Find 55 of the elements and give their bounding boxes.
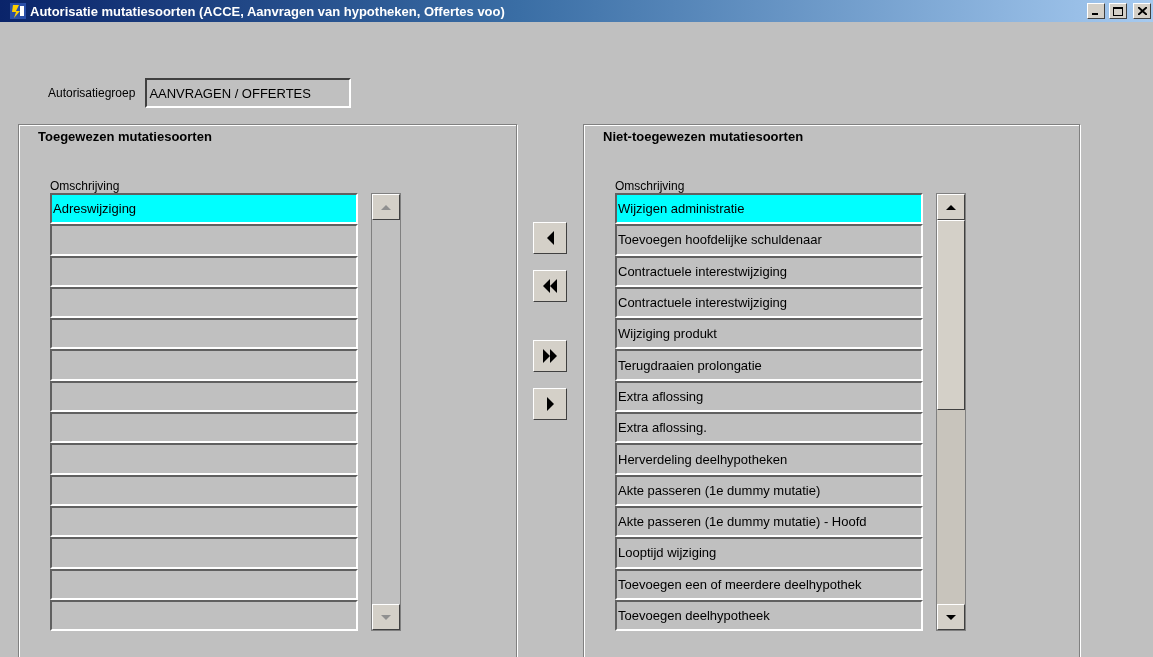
scroll-down-button[interactable] [937,604,965,630]
field-label: Autorisatiegroep [48,86,136,100]
list-record[interactable]: Akte passeren (1e dummy mutatie) [615,474,923,506]
list-record[interactable]: Extra aflossing. [615,412,923,444]
scroll-up-button[interactable] [937,194,965,220]
maximize-icon [1113,6,1123,16]
list-record[interactable]: Wijziging produkt [615,318,923,350]
column-header: Omschrijving [50,179,121,193]
list-record[interactable]: Contractuele interestwijziging [615,255,923,287]
panel-title: Toegewezen mutatiesoorten [38,129,213,144]
double-triangle-icon [543,349,557,363]
up-arrow-icon [381,203,391,211]
list-record[interactable]: Toevoegen een of meerdere deelhypothek [615,568,923,600]
empty-record[interactable] [50,224,358,256]
maximize-button[interactable] [1109,3,1127,19]
list-record[interactable]: Extra aflossing [615,380,923,413]
empty-record[interactable] [50,568,358,600]
column-header: Omschrijving [615,179,686,193]
scrollbar[interactable] [936,193,966,631]
empty-record[interactable] [50,318,358,350]
window-title: Autorisatie mutatiesoorten (ACCE, Aanvragen van hypotheken, Offertes voo) [30,3,506,19]
transfer-button[interactable] [533,270,567,302]
list-record[interactable]: Akte passeren (1e dummy mutatie) - Hoofd [615,505,923,538]
empty-record[interactable] [50,599,358,632]
down-arrow-icon [381,613,391,621]
empty-record[interactable] [50,255,358,287]
list-record[interactable]: Toevoegen hoofdelijke schuldenaar [615,224,923,256]
scroll-thumb[interactable] [937,220,965,410]
close-button[interactable] [1133,3,1151,19]
list-record[interactable]: Herverdeling deelhypotheken [615,443,923,475]
empty-record[interactable] [50,505,358,538]
list-record[interactable]: Adreswijziging [50,193,358,225]
up-arrow-icon [946,203,956,211]
group-field[interactable]: AANVRAGEN / OFFERTES [145,78,352,108]
double-triangle-icon [543,279,557,293]
transfer-button[interactable] [533,388,567,420]
transfer-button[interactable] [533,222,567,254]
empty-record[interactable] [50,537,358,569]
list-record[interactable]: Wijzigen administratie [615,193,923,225]
empty-record[interactable] [50,443,358,475]
list-record[interactable]: Looptijd wijziging [615,537,923,569]
empty-record[interactable] [50,286,358,319]
list-record[interactable]: Terugdraaien prolongatie [615,349,923,381]
panel-title: Niet-toegewezen mutatiesoorten [603,129,805,144]
empty-record[interactable] [50,349,358,381]
empty-record[interactable] [50,380,358,413]
empty-record[interactable] [50,412,358,444]
app-icon [10,3,26,19]
list-record[interactable]: Contractuele interestwijziging [615,286,923,319]
transfer-button[interactable] [533,340,567,372]
down-arrow-icon [946,613,956,621]
close-icon [1137,7,1147,15]
list-record[interactable]: Toevoegen deelhypotheek [615,599,923,632]
empty-record[interactable] [50,474,358,506]
minimize-button[interactable] [1087,3,1105,19]
